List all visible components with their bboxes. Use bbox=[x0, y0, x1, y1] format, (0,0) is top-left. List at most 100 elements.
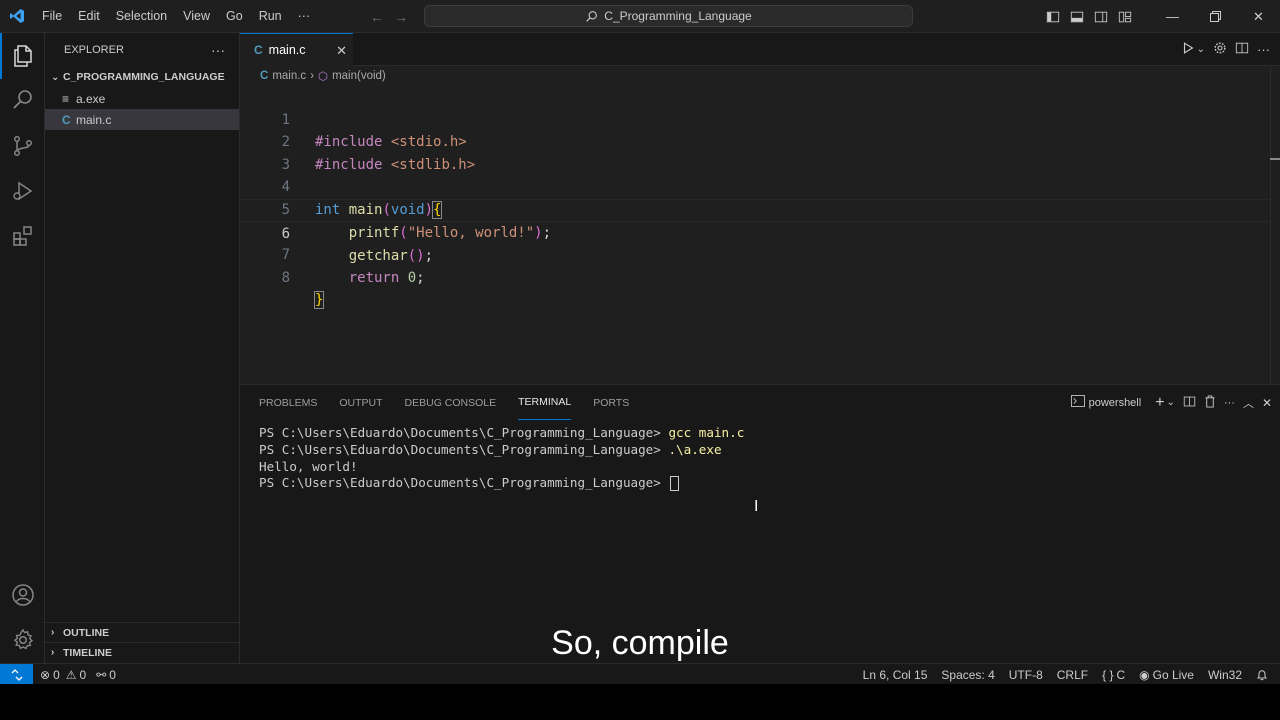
code-editor[interactable]: C main.c › ⬡ main(void) 1 #include <stdi… bbox=[240, 66, 1280, 384]
ports-count: 0 bbox=[109, 667, 116, 682]
file-label: main.c bbox=[76, 112, 112, 127]
menu-edit[interactable]: Edit bbox=[70, 0, 108, 33]
terminal-program-output: Hello, world! bbox=[259, 458, 358, 474]
explorer-icon[interactable] bbox=[0, 33, 45, 79]
terminal-prompt: PS C:\Users\Eduardo\Documents\C_Programm… bbox=[259, 475, 661, 491]
error-count: 0 bbox=[53, 667, 60, 682]
keyword-token: return bbox=[348, 269, 400, 286]
go-live-button[interactable]: ◉ Go Live bbox=[1139, 668, 1194, 682]
file-a-exe[interactable]: ≡ a.exe bbox=[45, 88, 239, 109]
customize-layout-icon[interactable] bbox=[1113, 0, 1137, 33]
run-file-icon[interactable] bbox=[1181, 41, 1195, 58]
search-text: C_Programming_Language bbox=[604, 9, 752, 23]
chevron-down-icon[interactable]: ⌄ bbox=[1197, 44, 1205, 55]
close-window-icon[interactable]: ✕ bbox=[1237, 0, 1280, 33]
new-terminal-plus-icon[interactable]: + bbox=[1155, 394, 1164, 412]
platform[interactable]: Win32 bbox=[1208, 668, 1242, 682]
code-line-current: 6 getchar(); bbox=[240, 198, 1270, 264]
run-debug-icon[interactable] bbox=[0, 168, 45, 214]
editor-tab-bar: C main.c ✕ ⌄ ··· bbox=[240, 33, 1280, 66]
forward-arrow-icon[interactable]: → bbox=[394, 9, 408, 25]
menu-view[interactable]: View bbox=[175, 0, 218, 33]
cursor-position[interactable]: Ln 6, Col 15 bbox=[863, 668, 928, 682]
encoding[interactable]: UTF-8 bbox=[1009, 668, 1043, 682]
code-area[interactable]: 1 #include <stdio.h> 2 #include <stdlib.… bbox=[240, 86, 1270, 310]
search-icon bbox=[586, 10, 598, 22]
tab-main-c[interactable]: C main.c ✕ bbox=[240, 33, 353, 66]
explorer-title: EXPLORER bbox=[64, 43, 124, 56]
go-live-label: Go Live bbox=[1152, 667, 1194, 682]
explorer-more-icon[interactable]: ··· bbox=[211, 42, 225, 58]
folder-label: C_PROGRAMMING_LANGUAGE bbox=[63, 71, 225, 83]
chevron-down-icon[interactable]: ⌄ bbox=[1167, 397, 1175, 408]
code-line: 8 } bbox=[240, 244, 1270, 310]
breadcrumb-file[interactable]: main.c bbox=[272, 70, 306, 82]
end-of-line[interactable]: CRLF bbox=[1057, 668, 1088, 682]
menu-bar: File Edit Selection View Go Run ··· bbox=[34, 0, 318, 33]
extensions-icon[interactable] bbox=[0, 213, 45, 259]
number-token: 0 bbox=[407, 269, 417, 286]
scrollbar-cursor-marker bbox=[1270, 158, 1280, 160]
command-center-search[interactable]: C_Programming_Language bbox=[424, 5, 913, 27]
file-main-c[interactable]: C main.c bbox=[45, 109, 239, 130]
remote-indicator-icon[interactable] bbox=[0, 664, 33, 685]
minimize-icon[interactable]: — bbox=[1151, 0, 1194, 33]
problems-status[interactable]: ⊗ 0 ⚠ 0 bbox=[40, 668, 86, 682]
tab-problems[interactable]: PROBLEMS bbox=[259, 385, 317, 420]
editor-scrollbar[interactable] bbox=[1270, 66, 1280, 384]
radio-tower-icon: ⚯ bbox=[96, 667, 107, 682]
braces-icon: { } bbox=[1102, 667, 1114, 682]
terminal-shell-name[interactable]: powershell bbox=[1089, 397, 1142, 409]
status-bar: ⊗ 0 ⚠ 0 ⚯ 0 Ln 6, Col 15 Spaces: 4 UTF-8 CR… bbox=[0, 663, 1280, 685]
c-file-icon: C bbox=[254, 43, 263, 57]
menu-selection[interactable]: Selection bbox=[108, 0, 175, 33]
indentation[interactable]: Spaces: 4 bbox=[941, 668, 994, 682]
terminal-output[interactable]: PS C:\Users\Eduardo\Documents\C_Programm… bbox=[259, 425, 744, 492]
split-editor-icon[interactable] bbox=[1235, 41, 1249, 58]
menu-more[interactable]: ··· bbox=[290, 0, 319, 33]
menu-go[interactable]: Go bbox=[218, 0, 251, 33]
warning-count: 0 bbox=[79, 667, 87, 682]
source-control-icon[interactable] bbox=[0, 123, 45, 169]
tab-ports[interactable]: PORTS bbox=[593, 385, 629, 420]
tab-debug-console[interactable]: DEBUG CONSOLE bbox=[405, 385, 497, 420]
toggle-panel-icon[interactable] bbox=[1065, 0, 1089, 33]
breadcrumb-symbol[interactable]: main(void) bbox=[332, 70, 386, 82]
close-panel-icon[interactable]: ✕ bbox=[1262, 396, 1272, 410]
ports-status[interactable]: ⚯ 0 bbox=[96, 668, 116, 682]
accounts-icon[interactable] bbox=[0, 572, 45, 618]
menu-file[interactable]: File bbox=[34, 0, 70, 33]
notifications-bell-icon[interactable] bbox=[1256, 669, 1268, 681]
file-exe-icon: ≡ bbox=[62, 91, 70, 106]
language-mode[interactable]: { } C bbox=[1102, 668, 1125, 682]
trash-icon[interactable] bbox=[1204, 394, 1216, 411]
toggle-primary-sidebar-icon[interactable] bbox=[1041, 0, 1065, 33]
tab-terminal[interactable]: TERMINAL bbox=[518, 385, 572, 420]
more-actions-icon[interactable]: ··· bbox=[1224, 397, 1235, 409]
breadcrumb: C main.c › ⬡ main(void) bbox=[240, 66, 1280, 86]
restore-icon[interactable] bbox=[1194, 0, 1237, 33]
tab-label: main.c bbox=[268, 43, 306, 57]
split-terminal-icon[interactable] bbox=[1183, 395, 1196, 411]
video-caption: So, compile bbox=[551, 624, 729, 662]
code-line: 1 #include <stdio.h> bbox=[240, 86, 1270, 151]
search-view-icon[interactable] bbox=[0, 77, 45, 123]
code-line: 2 #include <stdlib.h> bbox=[240, 109, 1270, 173]
back-arrow-icon[interactable]: ← bbox=[370, 9, 384, 25]
letterbox-bar bbox=[0, 684, 1280, 720]
toggle-secondary-sidebar-icon[interactable] bbox=[1089, 0, 1113, 33]
code-line: 7 return 0; bbox=[240, 222, 1270, 286]
terminal-prompt: PS C:\Users\Eduardo\Documents\C_Programm… bbox=[259, 425, 661, 440]
more-actions-icon[interactable]: ··· bbox=[1257, 42, 1270, 57]
folder-c-programming-language[interactable]: ⌄ C_PROGRAMMING_LANGUAGE bbox=[45, 66, 239, 88]
terminal-prompt: PS C:\Users\Eduardo\Documents\C_Programm… bbox=[259, 441, 661, 457]
function-symbol-icon: ⬡ bbox=[318, 71, 329, 83]
code-line: 4 int main(void){ bbox=[240, 154, 1270, 219]
maximize-panel-chevron-up-icon[interactable]: ︿ bbox=[1243, 395, 1254, 411]
chevron-down-icon: ⌄ bbox=[51, 71, 60, 83]
menu-run[interactable]: Run bbox=[251, 0, 290, 33]
settings-gear-icon[interactable] bbox=[1213, 41, 1227, 58]
tab-output[interactable]: OUTPUT bbox=[339, 385, 382, 420]
terminal-cursor bbox=[670, 476, 680, 492]
close-tab-icon[interactable]: ✕ bbox=[336, 43, 347, 59]
